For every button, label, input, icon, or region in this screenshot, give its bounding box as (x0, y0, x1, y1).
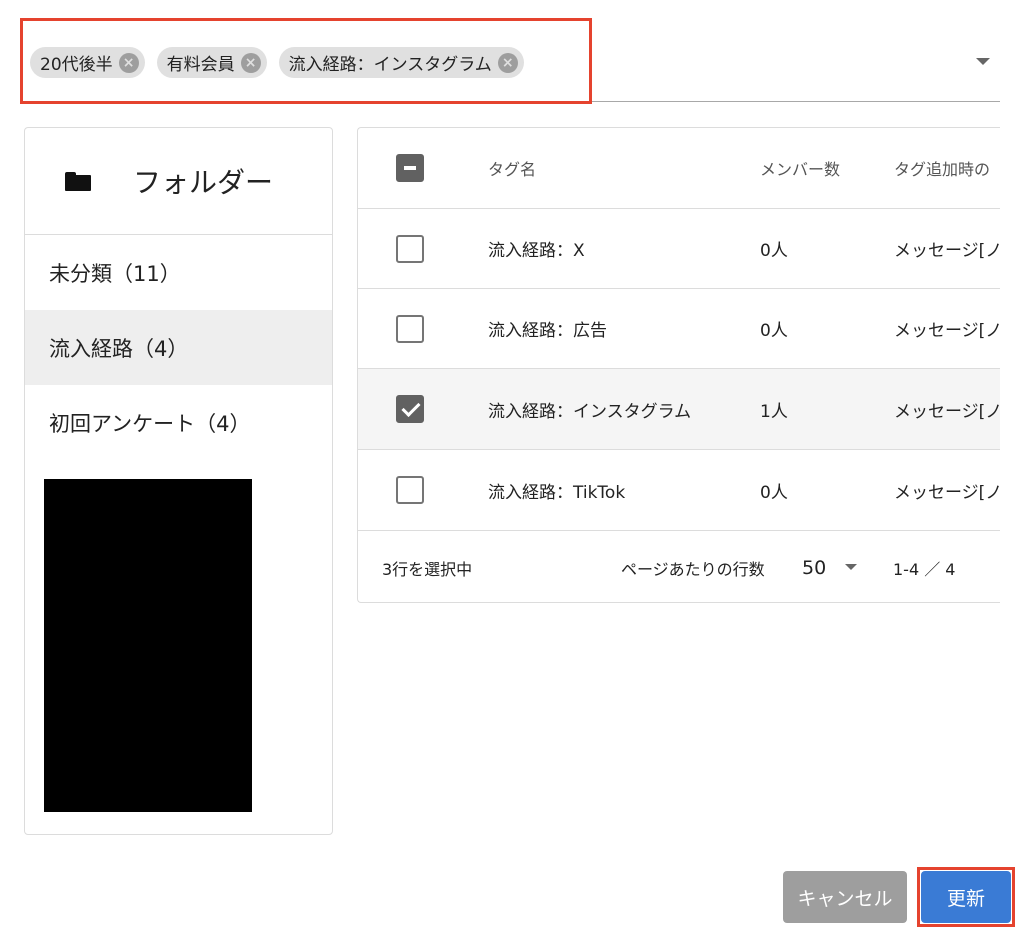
tag-chip-label: 有料会員 (166, 55, 235, 75)
rows-per-page-select[interactable]: 50 (802, 531, 826, 602)
folder-icon (65, 172, 91, 191)
select-all-checkbox[interactable] (396, 154, 424, 182)
pagination-range: 1-4 ／ 4 (893, 559, 956, 579)
tag-table: タグ名 メンバー数 タグ追加時の 流入経路：X 0人 メッセージ[ノ 流入経路：… (357, 127, 1000, 603)
row-checkbox[interactable] (396, 314, 424, 343)
tag-name-cell: 流入経路：広告 (488, 321, 607, 341)
row-checkbox[interactable] (396, 234, 424, 263)
table-header-row: タグ名 メンバー数 タグ追加時の (358, 128, 1000, 209)
table-row[interactable]: 流入経路：インスタグラム 1人 メッセージ[ノ (358, 369, 1000, 450)
folder-item-uncategorized[interactable]: 未分類（11） (25, 235, 332, 310)
folder-panel: フォルダー 未分類（11） 流入経路（4） 初回アンケート（4） (24, 127, 333, 835)
tag-chip[interactable]: 20代後半 × (30, 47, 145, 78)
rows-per-page-label: ページあたりの行数 (621, 559, 765, 579)
tag-name-cell: 流入経路：X (488, 241, 585, 261)
member-count-cell: 0人 (760, 241, 788, 261)
column-header-name[interactable]: タグ名 (488, 128, 748, 208)
tag-name-cell: 流入経路：TikTok (488, 482, 626, 503)
tag-chip-label: 流入経路：インスタグラム (288, 55, 492, 75)
row-checkbox[interactable] (396, 476, 424, 504)
chip-remove-icon[interactable]: × (497, 52, 518, 73)
redacted-area (44, 479, 252, 812)
selected-count-text: 3行を選択中 (382, 559, 473, 579)
chip-remove-icon[interactable]: × (240, 52, 261, 73)
tag-chip[interactable]: 有料会員 × (156, 47, 267, 78)
table-row[interactable]: 流入経路：X 0人 メッセージ[ノ (358, 209, 1000, 289)
action-cell: メッセージ[ノ (894, 401, 1000, 422)
table-footer: 3行を選択中 ページあたりの行数 50 1-4 ／ 4 (358, 531, 1000, 602)
action-cell: メッセージ[ノ (894, 321, 1000, 341)
tag-chip-label: 20代後半 (40, 55, 113, 75)
dropdown-arrow-icon[interactable] (976, 58, 990, 65)
update-button[interactable]: 更新 (921, 871, 1011, 923)
folder-item-inflow-route[interactable]: 流入経路（4） (25, 310, 332, 385)
column-header-action[interactable]: タグ追加時の (894, 128, 1000, 208)
tag-chip[interactable]: 流入経路：インスタグラム × (278, 47, 524, 78)
member-count-cell: 1人 (760, 401, 788, 422)
column-header-count[interactable]: メンバー数 (760, 128, 880, 208)
action-cell: メッセージ[ノ (894, 482, 1000, 503)
folder-title: フォルダー (133, 166, 274, 199)
table-row[interactable]: 流入経路：TikTok 0人 メッセージ[ノ (358, 450, 1000, 531)
member-count-cell: 0人 (760, 482, 788, 503)
chip-remove-icon[interactable]: × (118, 52, 139, 73)
rows-per-page-arrow-icon[interactable] (845, 564, 857, 570)
cancel-button[interactable]: キャンセル (783, 871, 907, 923)
selected-tag-chips: 20代後半 × 有料会員 × 流入経路：インスタグラム × (30, 47, 524, 78)
folder-item-first-survey[interactable]: 初回アンケート（4） (25, 385, 332, 460)
folder-header: フォルダー (25, 128, 332, 235)
member-count-cell: 0人 (760, 321, 788, 341)
row-checkbox[interactable] (396, 395, 424, 423)
table-row[interactable]: 流入経路：広告 0人 メッセージ[ノ (358, 289, 1000, 369)
tag-name-cell: 流入経路：インスタグラム (488, 401, 692, 422)
action-cell: メッセージ[ノ (894, 241, 1000, 261)
